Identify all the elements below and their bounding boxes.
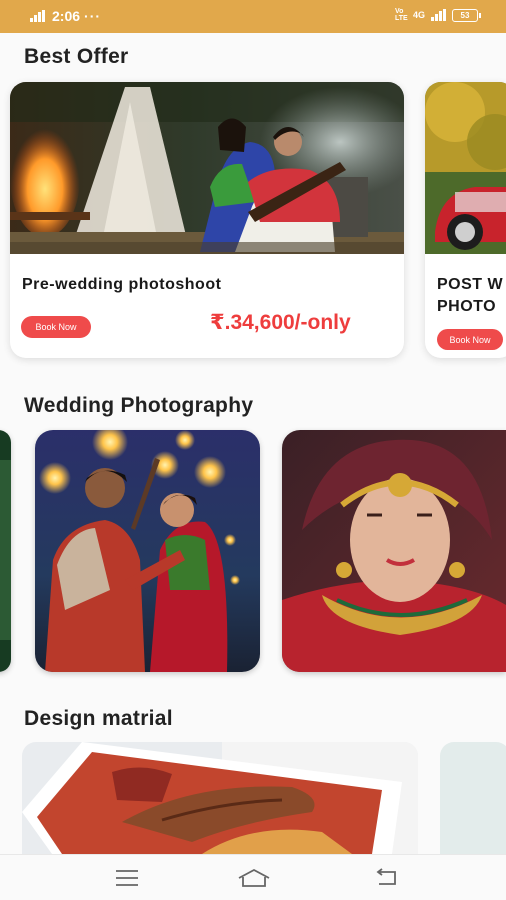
volte-indicator: Vo LTE [394,8,408,22]
postwedding-photo [425,82,506,254]
status-bar: 2:06 ··· Vo LTE 4G 53 [0,0,506,33]
system-nav-bar [0,854,506,900]
home-button[interactable] [234,863,274,893]
wedding-card-bride[interactable] [282,430,506,672]
prewedding-photo [10,82,404,254]
wedding-photo [0,430,11,672]
wedding-photo [282,430,506,672]
design-material-title: Design matrial [24,707,173,730]
menu-icon [116,870,138,886]
network-signal-icon [30,10,48,22]
back-button[interactable] [366,863,406,893]
network-type: 4G [412,10,425,20]
back-icon [376,868,396,885]
wedding-photography-title: Wedding Photography [24,394,254,417]
book-now-button[interactable]: Book Now [437,329,503,350]
offer-card-prewedding[interactable]: Pre-wedding photoshoot Book Now ₹.34,600… [10,82,404,358]
signal-bars-icon [431,9,446,21]
offer-title-line2: PHOTO [437,298,497,315]
status-time: 2:06 [52,8,81,24]
battery-icon: 53 [452,8,481,22]
offer-price: ₹.34,600/-only [210,311,351,334]
offer-title-line1: POST W [437,276,504,293]
wedding-card-couple[interactable] [35,430,260,672]
notification-dots: ··· [84,8,102,24]
offer-card-postwedding[interactable]: POST W PHOTO Book Now [425,82,506,358]
menu-button[interactable] [107,863,147,893]
wedding-card-partial[interactable] [0,430,11,672]
home-icon [238,868,270,887]
design-photo [440,742,506,854]
best-offer-title: Best Offer [24,45,129,68]
book-now-button[interactable]: Book Now [21,316,91,338]
offer-title: Pre-wedding photoshoot [22,276,222,293]
wedding-photo [35,430,260,672]
design-photo [22,742,418,854]
design-card-partial[interactable] [440,742,506,854]
offer-title: POST W PHOTO [437,274,503,318]
design-card-mehendi[interactable] [22,742,418,854]
